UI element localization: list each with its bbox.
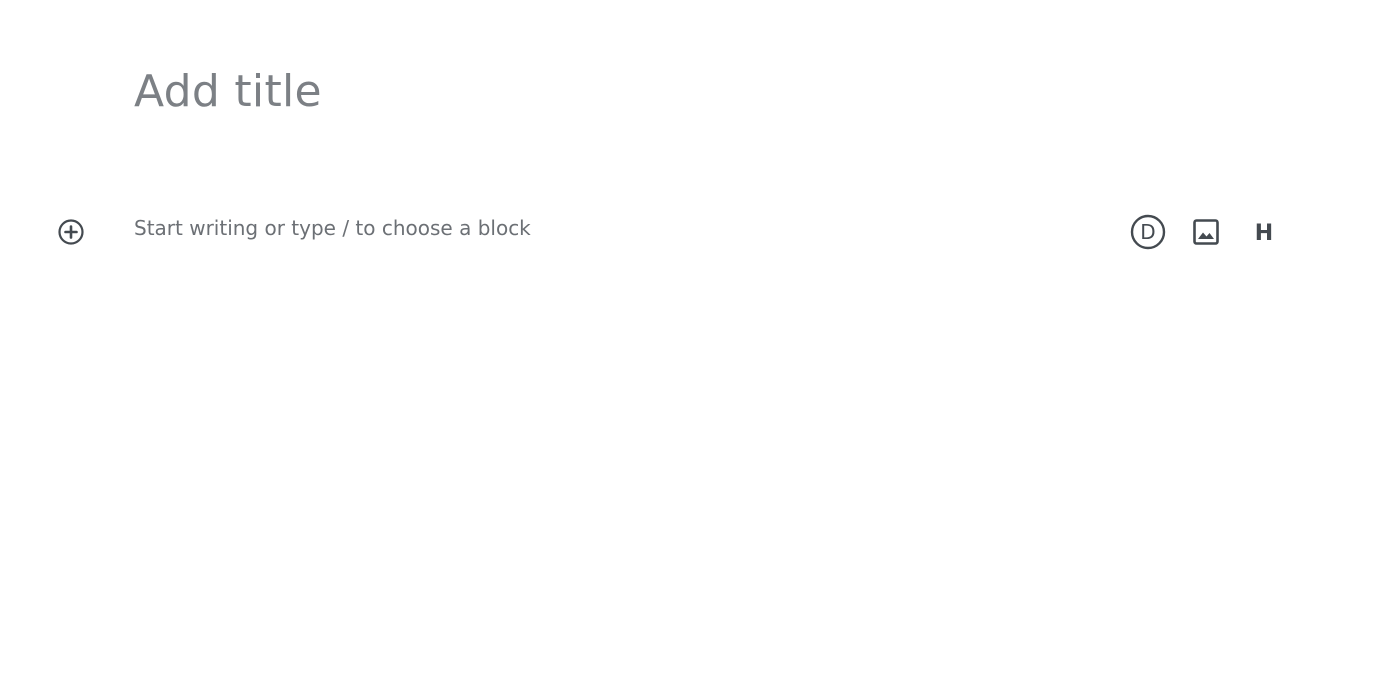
image-icon bbox=[1192, 218, 1220, 246]
heading-block-button[interactable]: H bbox=[1244, 212, 1284, 252]
divi-icon-glyph: D bbox=[1140, 220, 1155, 244]
quick-inserter-toolbar: D H bbox=[1128, 212, 1284, 252]
divi-builder-button[interactable]: D bbox=[1128, 212, 1168, 252]
post-title-input[interactable]: Add title bbox=[134, 62, 322, 122]
paragraph-block-placeholder[interactable]: Start writing or type / to choose a bloc… bbox=[134, 213, 531, 243]
block-editor-canvas: Add title Start writing or type / to cho… bbox=[0, 0, 1400, 687]
plus-circle-icon bbox=[57, 218, 85, 246]
image-block-button[interactable] bbox=[1186, 212, 1226, 252]
add-block-button[interactable] bbox=[56, 217, 86, 247]
heading-icon: H bbox=[1252, 220, 1276, 244]
heading-icon-glyph: H bbox=[1255, 221, 1273, 244]
divi-icon: D bbox=[1130, 214, 1166, 250]
